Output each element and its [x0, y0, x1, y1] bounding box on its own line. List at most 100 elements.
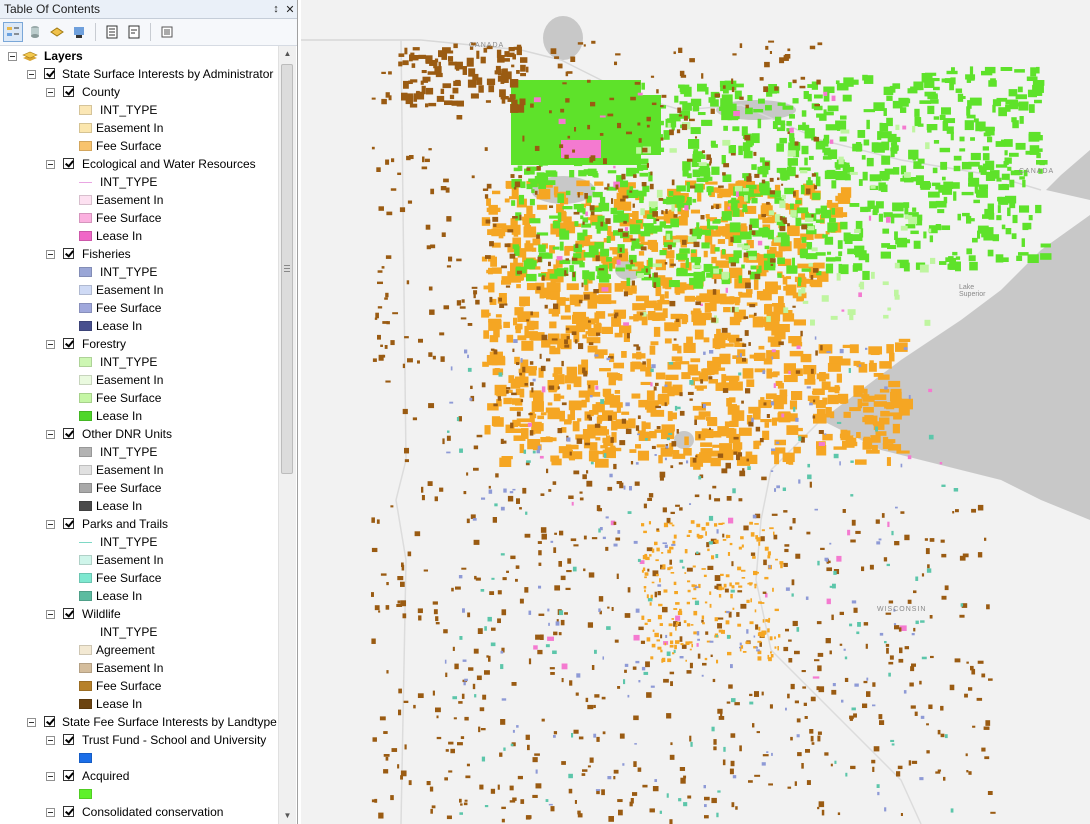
wildlife-parcel — [648, 493, 654, 498]
ecological-parcel — [928, 388, 933, 393]
map-canvas[interactable] — [301, 0, 1090, 824]
close-icon[interactable]: ✕ — [283, 3, 297, 16]
list-by-source-icon[interactable] — [25, 22, 45, 42]
pin-icon[interactable]: ↕ — [269, 3, 283, 15]
scrollbar-thumb[interactable] — [281, 64, 293, 474]
wildlife-parcel — [618, 228, 624, 233]
wildlife-parcel — [766, 201, 770, 205]
wildlife-parcel — [588, 320, 591, 323]
group-visibility-checkbox[interactable] — [44, 716, 55, 727]
county-parcel — [749, 521, 753, 525]
wildlife-parcel — [482, 188, 489, 191]
forestry-parcel — [1026, 76, 1038, 82]
collapse-group-icon[interactable] — [27, 718, 36, 727]
collapse-layer-icon[interactable] — [46, 520, 55, 529]
county-parcel — [875, 431, 887, 436]
layer-visibility-checkbox[interactable] — [63, 806, 74, 817]
wildlife-parcel — [432, 355, 436, 360]
county-parcel — [566, 366, 578, 377]
wildlife-parcel — [723, 163, 730, 168]
collapse-group-icon[interactable] — [27, 70, 36, 79]
forestry-parcel — [583, 279, 588, 285]
layer-visibility-checkbox[interactable] — [63, 338, 74, 349]
wildlife-parcel — [460, 803, 463, 806]
wildlife-parcel — [565, 327, 570, 331]
collapse-layer-icon[interactable] — [46, 340, 55, 349]
wildlife-parcel — [584, 294, 590, 300]
forestry-parcel — [951, 67, 955, 73]
layer-visibility-checkbox[interactable] — [63, 86, 74, 97]
wildlife-parcel — [700, 215, 705, 220]
list-by-drawing-order-icon[interactable] — [3, 22, 23, 42]
forestry-parcel — [827, 149, 838, 160]
county-parcel — [725, 620, 730, 625]
wildlife-parcel — [575, 692, 579, 696]
forestry-parcel — [866, 157, 874, 167]
collapse-layer-icon[interactable] — [46, 772, 55, 781]
forestry-parcel — [729, 222, 741, 233]
toc-options-icon[interactable] — [102, 22, 122, 42]
toc-properties-icon[interactable] — [124, 22, 144, 42]
legend-swatch — [79, 483, 92, 493]
layer-visibility-checkbox[interactable] — [63, 518, 74, 529]
wildlife-parcel — [425, 224, 431, 230]
collapse-layer-icon[interactable] — [46, 250, 55, 259]
list-by-visibility-icon[interactable] — [47, 22, 67, 42]
county-parcel — [675, 624, 678, 627]
wildlife-parcel — [525, 815, 531, 820]
collapse-layer-icon[interactable] — [46, 610, 55, 619]
vertical-scrollbar[interactable]: ▲ ▼ — [278, 46, 296, 824]
layer-visibility-checkbox[interactable] — [63, 608, 74, 619]
scroll-up-icon[interactable]: ▲ — [279, 46, 296, 62]
county-parcel — [604, 393, 614, 405]
forestry-parcel — [676, 268, 688, 277]
forestry-parcel — [574, 221, 579, 227]
wildlife-parcel — [378, 812, 384, 819]
wildlife-parcel — [844, 677, 849, 682]
wildlife-parcel — [569, 451, 572, 456]
park-parcel — [749, 701, 754, 705]
collapse-root-icon[interactable] — [8, 52, 17, 61]
forestry-fee-parcel — [669, 148, 677, 153]
wildlife-parcel — [601, 696, 606, 700]
wildlife-parcel — [872, 766, 875, 772]
layer-visibility-checkbox[interactable] — [63, 770, 74, 781]
collapse-layer-icon[interactable] — [46, 430, 55, 439]
wildlife-parcel — [508, 47, 515, 52]
wildlife-parcel — [805, 749, 811, 753]
group-visibility-checkbox[interactable] — [44, 68, 55, 79]
park-parcel — [525, 511, 528, 515]
forestry-parcel — [723, 89, 729, 94]
wildlife-parcel — [646, 116, 651, 122]
wildlife-parcel — [817, 652, 824, 657]
map-view[interactable]: CANADA CANADA Lake Superior WISCONSIN — [301, 0, 1090, 824]
forestry-parcel — [1036, 66, 1040, 74]
wildlife-parcel — [763, 86, 769, 93]
layer-visibility-checkbox[interactable] — [63, 158, 74, 169]
park-parcel — [926, 568, 932, 573]
forestry-parcel — [849, 203, 860, 207]
park-parcel — [674, 405, 678, 411]
scroll-down-icon[interactable]: ▼ — [279, 808, 296, 824]
list-by-selection-icon[interactable] — [69, 22, 89, 42]
layer-visibility-checkbox[interactable] — [63, 734, 74, 745]
collapse-layer-icon[interactable] — [46, 736, 55, 745]
collapse-layer-icon[interactable] — [46, 808, 55, 817]
toc-list-icon[interactable] — [157, 22, 177, 42]
forestry-parcel — [529, 218, 541, 224]
layer-visibility-checkbox[interactable] — [63, 428, 74, 439]
layer-visibility-checkbox[interactable] — [63, 248, 74, 259]
county-parcel — [714, 345, 721, 350]
collapse-layer-icon[interactable] — [46, 88, 55, 97]
forestry-parcel — [867, 200, 875, 210]
forestry-parcel — [965, 74, 976, 80]
wildlife-parcel — [476, 50, 480, 59]
forestry-fee-parcel — [904, 172, 911, 178]
forestry-parcel — [961, 191, 974, 196]
wildlife-parcel — [977, 552, 983, 558]
wildlife-parcel — [731, 78, 734, 84]
wildlife-parcel — [473, 648, 479, 654]
collapse-layer-icon[interactable] — [46, 160, 55, 169]
map-label-lake-superior: Lake Superior — [959, 284, 986, 298]
forestry-parcel — [984, 208, 994, 218]
